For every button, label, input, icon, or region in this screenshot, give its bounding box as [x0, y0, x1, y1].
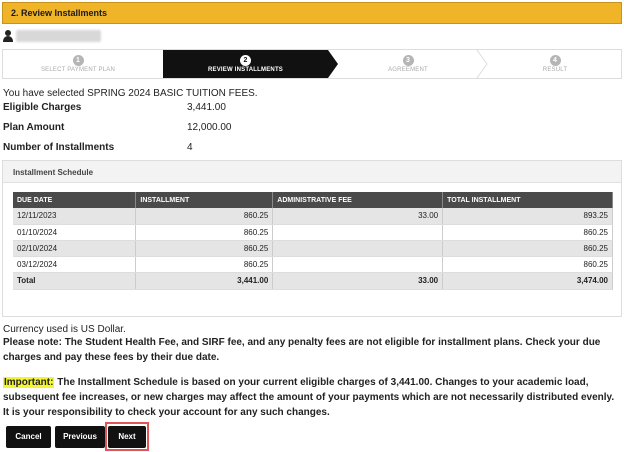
- step-number: 1: [72, 55, 84, 66]
- important-note: Important: The Installment Schedule is b…: [3, 375, 621, 420]
- step-select-payment-plan: 1 SELECT PAYMENT PLAN: [3, 50, 153, 78]
- installment-table: DUE DATE INSTALLMENT ADMINISTRATIVE FEE …: [13, 192, 613, 290]
- installment-cell: 860.25: [135, 256, 274, 273]
- table-total-row: Total 3,441.00 33.00 3,474.00: [13, 272, 613, 290]
- plan-amount-value: 12,000.00: [187, 122, 232, 133]
- step-label: SELECT PAYMENT PLAN: [40, 67, 116, 73]
- admin-fee-cell: 33.00: [272, 208, 444, 225]
- user-row: [3, 29, 101, 43]
- installments-count-value: 4: [187, 142, 193, 153]
- section-title: 2. Review Installments: [11, 8, 108, 18]
- installment-schedule-panel: Installment Schedule DUE DATE INSTALLMEN…: [2, 160, 622, 317]
- please-note-text: Please note: The Student Health Fee, and…: [3, 337, 601, 363]
- chevron-divider: [328, 50, 338, 78]
- eligible-charges-label: Eligible Charges: [3, 102, 82, 113]
- admin-fee-cell: [272, 256, 444, 273]
- section-header: 2. Review Installments: [2, 2, 622, 24]
- installments-count-label: Number of Installments: [3, 142, 115, 153]
- step-number: 4: [549, 55, 561, 66]
- step-label: REVIEW INSTALLMENTS: [207, 67, 284, 73]
- chevron-divider: [476, 50, 488, 78]
- column-header: INSTALLMENT: [135, 192, 274, 208]
- admin-fee-cell: [272, 224, 444, 241]
- total-installment-cell: 860.25: [442, 256, 613, 273]
- step-label: RESULT: [542, 67, 568, 73]
- schedule-title: Installment Schedule: [3, 161, 621, 183]
- selection-text: You have selected SPRING 2024 BASIC TUIT…: [3, 88, 258, 99]
- step-number: 3: [402, 55, 414, 66]
- total-admin-fee-cell: 33.00: [272, 272, 444, 290]
- user-name-redacted: [16, 30, 101, 42]
- total-installment-cell: 860.25: [442, 240, 613, 257]
- total-installment-sum-cell: 3,441.00: [135, 272, 274, 290]
- table-row: 12/11/2023 860.25 33.00 893.25: [13, 208, 613, 225]
- table-header-row: DUE DATE INSTALLMENT ADMINISTRATIVE FEE …: [13, 192, 613, 208]
- due-date-cell: 02/10/2024: [13, 240, 137, 257]
- previous-button[interactable]: Previous: [55, 426, 105, 448]
- important-text: The Installment Schedule is based on you…: [3, 377, 615, 418]
- step-result: 4 RESULT: [489, 50, 621, 78]
- total-label-cell: Total: [13, 272, 137, 290]
- table-row: 01/10/2024 860.25 860.25: [13, 224, 613, 241]
- column-header: TOTAL INSTALLMENT: [442, 192, 613, 208]
- installment-cell: 860.25: [135, 240, 274, 257]
- admin-fee-cell: [272, 240, 444, 257]
- eligible-charges-value: 3,441.00: [187, 102, 226, 113]
- cancel-button[interactable]: Cancel: [6, 426, 51, 448]
- user-icon: [3, 30, 13, 42]
- step-number: 2: [240, 55, 251, 66]
- step-label: AGREEMENT: [388, 67, 428, 73]
- due-date-cell: 03/12/2024: [13, 256, 137, 273]
- column-header: DUE DATE: [13, 192, 137, 208]
- table-row: 02/10/2024 860.25 860.25: [13, 240, 613, 257]
- grand-total-cell: 3,474.00: [442, 272, 613, 290]
- table-row: 03/12/2024 860.25 860.25: [13, 256, 613, 273]
- due-date-cell: 12/11/2023: [13, 208, 137, 225]
- important-label: Important:: [3, 377, 55, 388]
- column-header: ADMINISTRATIVE FEE: [272, 192, 444, 208]
- plan-amount-label: Plan Amount: [3, 122, 65, 133]
- step-agreement: 3 AGREEMENT: [338, 50, 478, 78]
- total-installment-cell: 893.25: [442, 208, 613, 225]
- chevron-divider: [153, 50, 163, 78]
- progress-stepper: 1 SELECT PAYMENT PLAN 2 REVIEW INSTALLME…: [2, 49, 622, 79]
- installment-cell: 860.25: [135, 208, 274, 225]
- total-installment-cell: 860.25: [442, 224, 613, 241]
- next-button[interactable]: Next: [108, 426, 146, 448]
- due-date-cell: 01/10/2024: [13, 224, 137, 241]
- step-review-installments: 2 REVIEW INSTALLMENTS: [163, 50, 328, 78]
- installment-cell: 860.25: [135, 224, 274, 241]
